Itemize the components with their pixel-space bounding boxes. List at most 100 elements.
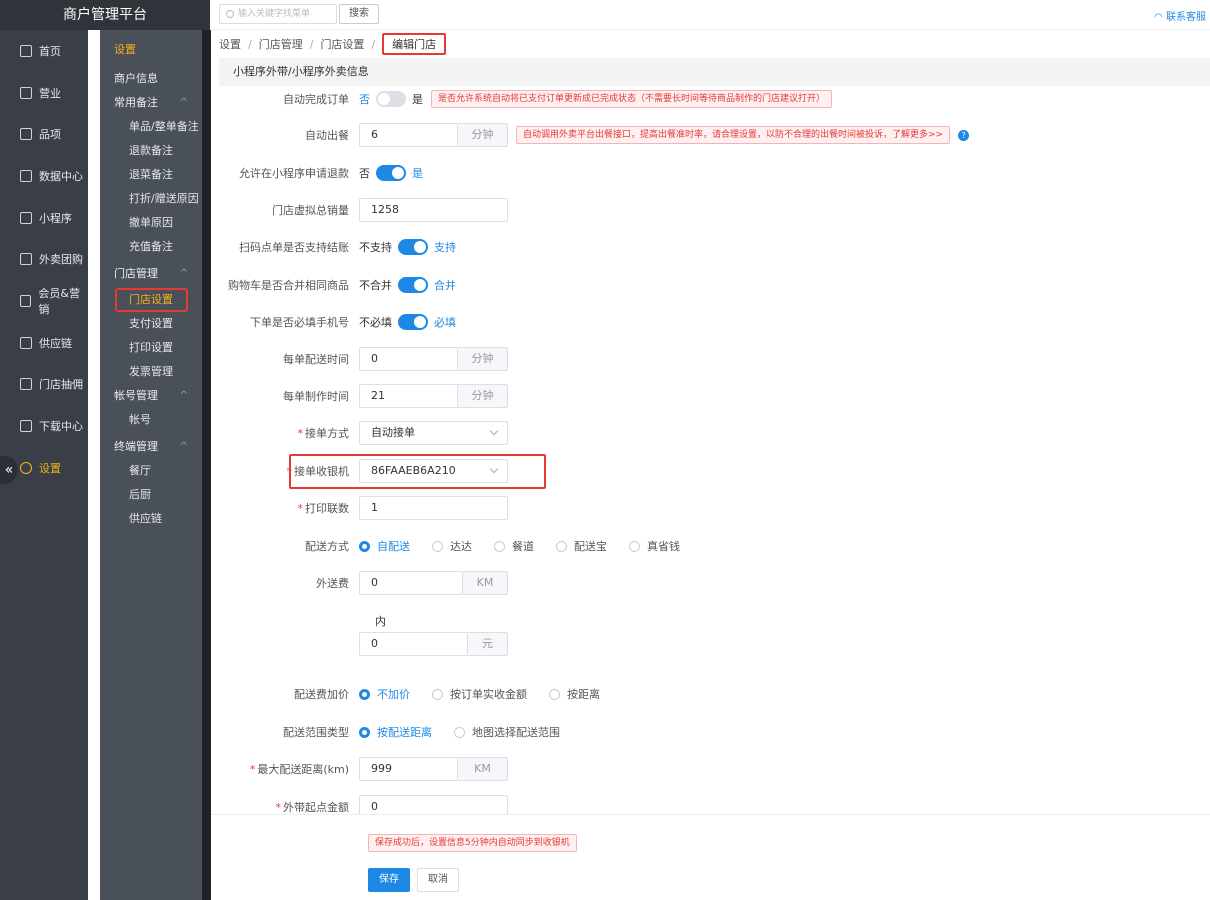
save-tip: 保存成功后，设置信息5分钟内自动同步到收银机 [368, 834, 577, 852]
field-label: * 最大配送距离(km) [249, 763, 349, 776]
radio-option[interactable]: 按订单实收金额 [432, 686, 527, 702]
radio-option[interactable]: 配送宝 [556, 538, 607, 554]
radio-option[interactable]: 不加价 [359, 686, 410, 702]
subnav-item[interactable]: 单品/整单备注 [100, 115, 202, 139]
radio-option[interactable]: 按配送距离 [359, 724, 432, 740]
radio-option[interactable]: 达达 [432, 538, 472, 554]
radio-option[interactable]: 自配送 [359, 538, 410, 554]
max-distance-input[interactable]: 999 [359, 757, 458, 781]
scan-checkout-switch[interactable] [398, 239, 428, 255]
nav-item[interactable]: 会员&营销 [0, 280, 88, 322]
field-label: * 接单方式 [297, 427, 350, 440]
max-distance-row: * 最大配送距离(km) 999 KM [211, 757, 508, 781]
nav-item[interactable]: 数据中心 [0, 155, 88, 197]
subnav-item[interactable]: 供应链 [100, 507, 202, 531]
field-label: 允许在小程序申请退款 [239, 167, 349, 180]
nav-divider [202, 30, 211, 900]
radio-option[interactable]: 真省钱 [629, 538, 680, 554]
field-label: 每单制作时间 [283, 390, 349, 403]
subnav-item[interactable]: 退菜备注 [100, 163, 202, 187]
nav-item[interactable]: 供应链 [0, 322, 88, 364]
unit-addon: 分钟 [458, 123, 508, 147]
radio-option[interactable]: 地图选择配送范围 [454, 724, 560, 740]
make-time-input[interactable]: 21 [359, 384, 458, 408]
field-label: * 打印联数 [297, 502, 350, 515]
nav-item[interactable]: 营业 [0, 72, 88, 114]
subnav-item[interactable]: 退款备注 [100, 139, 202, 163]
database-icon [20, 378, 32, 391]
subnav-item[interactable]: 充值备注 [100, 235, 202, 259]
chevron-up-icon: ^ [179, 390, 188, 401]
nav-item[interactable]: 品项 [0, 113, 88, 155]
cancel-button[interactable]: 取消 [417, 868, 459, 892]
delivery-time-input[interactable]: 0 [359, 347, 458, 371]
delivery-fee-distance-input[interactable]: 0 [359, 571, 463, 595]
virtual-sales-input[interactable]: 1258 [359, 198, 508, 222]
subnav-item[interactable]: 发票管理 [100, 360, 202, 384]
cart-merge-row: 购物车是否合并相同商品 不合并 合并 [211, 273, 456, 297]
bag-icon [20, 128, 32, 141]
field-label: 购物车是否合并相同商品 [228, 279, 349, 292]
subnav-item[interactable]: 门店设置 [115, 288, 188, 312]
breadcrumb-item[interactable]: 门店设置 [320, 36, 364, 52]
contact-service-link[interactable]: ◠ 联系客服 [1154, 8, 1206, 23]
field-label: 外送费 [316, 577, 349, 590]
headset-icon: ◠ [1154, 12, 1166, 23]
delivery-fee-amount-input[interactable]: 0 [359, 632, 468, 656]
subnav-item[interactable]: 打印设置 [100, 336, 202, 360]
radio-option[interactable]: 餐道 [494, 538, 534, 554]
chevron-down-icon [489, 426, 499, 436]
subnav-item[interactable]: 撤单原因 [100, 211, 202, 235]
subnav-item[interactable]: 支付设置 [100, 312, 202, 336]
radio-icon [359, 688, 370, 700]
nav-item[interactable]: 外卖团购 [0, 238, 88, 280]
print-copies-input[interactable]: 1 [359, 496, 508, 520]
field-label: 配送方式 [305, 540, 349, 553]
brand-title: 商户管理平台 [0, 0, 210, 30]
radio-icon [629, 540, 640, 552]
subnav-group[interactable]: 常用备注 ^ [100, 91, 202, 115]
subnav-item[interactable]: 打折/赠送原因 [100, 187, 202, 211]
subnav-shop-info[interactable]: 商户信息 [100, 67, 202, 91]
delivery-fee-row: 外送费 0 KM [211, 571, 508, 595]
accept-mode-select[interactable]: 自动接单 [359, 421, 508, 445]
auto-complete-switch[interactable] [376, 91, 406, 107]
phone-required-switch[interactable] [398, 314, 428, 330]
allow-refund-row: 允许在小程序申请退款 否 是 [211, 161, 423, 185]
subnav-group[interactable]: 门店管理 ^ [100, 262, 202, 286]
section-title: 小程序外带/小程序外卖信息 [219, 58, 1210, 86]
subnav-group[interactable]: 终端管理 ^ [100, 435, 202, 459]
auto-complete-tip: 是否允许系统自动将已支付订单更新成已完成状态（不需要长时间等待商品制作的门店建议… [431, 90, 833, 108]
nav-item[interactable]: 下载中心 [0, 405, 88, 447]
fee-markup-row: 配送费加价 不加价 按订单实收金额 按距离 [211, 682, 622, 706]
radio-icon [432, 540, 443, 552]
breadcrumb-current: 编辑门店 [382, 33, 447, 55]
highlight-box [289, 454, 546, 489]
within-label: 内 [375, 615, 386, 628]
breadcrumb-item[interactable]: 门店管理 [259, 36, 303, 52]
unit-addon: KM [458, 757, 508, 781]
nav-item[interactable]: 小程序 [0, 197, 88, 239]
help-icon[interactable]: ? [958, 129, 970, 141]
save-button[interactable]: 保存 [368, 868, 410, 892]
print-copies-row: * 打印联数 1 [211, 496, 508, 520]
subnav-item[interactable]: 餐厅 [100, 459, 202, 483]
cart-merge-switch[interactable] [398, 277, 428, 293]
subnav-item[interactable]: 帐号 [100, 408, 202, 432]
menu-search-input[interactable]: 输入关键字找菜单 [219, 4, 337, 24]
search-button[interactable]: 搜索 [339, 4, 379, 24]
gear-icon [20, 461, 32, 474]
delivery-fee-amount-row: 0 元 [211, 632, 508, 656]
radio-option[interactable]: 按距离 [549, 686, 600, 702]
breadcrumb-item[interactable]: 设置 [219, 36, 241, 52]
unit-addon: 分钟 [458, 347, 508, 371]
field-label: * 外带起点金额 [275, 801, 350, 814]
field-label: 扫码点单是否支持结账 [239, 241, 349, 254]
subnav-item[interactable]: 后厨 [100, 483, 202, 507]
chevron-up-icon: ^ [179, 268, 188, 279]
nav-item[interactable]: 门店抽佣 [0, 364, 88, 406]
nav-item[interactable]: 首页 [0, 30, 88, 72]
auto-out-input[interactable]: 6 [359, 123, 458, 147]
allow-refund-switch[interactable] [376, 165, 406, 181]
subnav-group[interactable]: 帐号管理 ^ [100, 384, 202, 408]
